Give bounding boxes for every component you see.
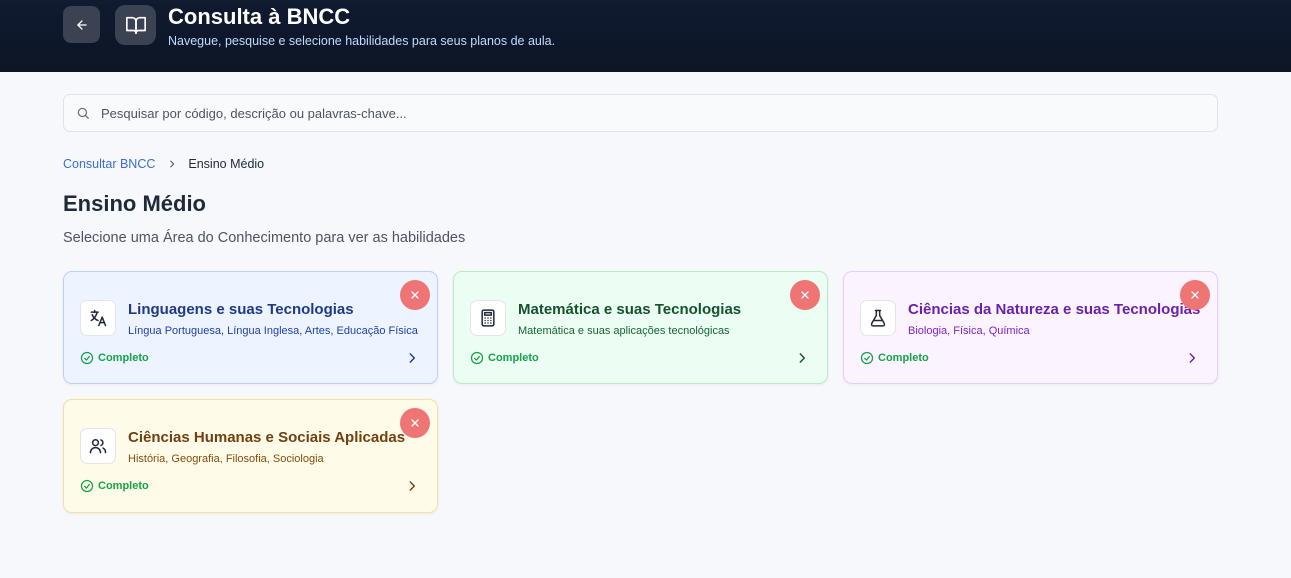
close-icon xyxy=(801,291,809,299)
chevron-right-icon xyxy=(799,353,806,363)
back-button[interactable] xyxy=(63,6,100,43)
card-title: Ciências Humanas e Sociais Aplicadas xyxy=(128,429,406,446)
remove-button[interactable] xyxy=(400,408,430,438)
breadcrumb-link-consultar-bncc[interactable]: Consultar BNCC xyxy=(63,157,155,171)
area-card-linguagens[interactable]: Linguagens e suas Tecnologias Língua Por… xyxy=(63,271,438,384)
card-subtitle: Biologia, Física, Química xyxy=(908,325,1030,337)
close-icon xyxy=(411,291,419,299)
check-circle-icon xyxy=(80,351,94,365)
status-badge: Completo xyxy=(80,351,149,365)
area-card-matematica[interactable]: Matemática e suas Tecnologias Matemática… xyxy=(453,271,828,384)
page-title: Ensino Médio xyxy=(63,191,206,216)
chevron-right-icon xyxy=(1189,353,1196,363)
search-icon xyxy=(77,107,89,119)
card-subtitle: Língua Portuguesa, Língua Inglesa, Artes… xyxy=(128,325,418,337)
breadcrumb-current: Ensino Médio xyxy=(188,157,265,171)
close-icon xyxy=(1191,291,1199,299)
status-badge: Completo xyxy=(80,479,149,493)
arrow-left-icon xyxy=(76,19,87,30)
chevron-right-icon xyxy=(409,481,416,491)
app-subtitle: Navegue, pesquise e selecione habilidade… xyxy=(168,34,556,48)
search-bar[interactable] xyxy=(63,94,1218,132)
page-description: Selecione uma Área do Conhecimento para … xyxy=(63,230,466,246)
book-open-icon xyxy=(125,16,146,35)
breadcrumb: Consultar BNCC Ensino Médio xyxy=(63,156,264,172)
remove-button[interactable] xyxy=(790,280,820,310)
chevron-right-icon xyxy=(167,159,177,169)
status-label: Completo xyxy=(98,480,149,492)
remove-button[interactable] xyxy=(400,280,430,310)
check-circle-icon xyxy=(80,479,94,493)
card-subtitle: História, Geografia, Filosofia, Sociolog… xyxy=(128,453,324,465)
area-card-ciencias-natureza[interactable]: Ciências da Natureza e suas Tecnologias … xyxy=(843,271,1218,384)
card-title: Linguagens e suas Tecnologias xyxy=(128,301,354,318)
check-circle-icon xyxy=(470,351,484,365)
status-badge: Completo xyxy=(470,351,539,365)
app-header: Consulta à BNCC Navegue, pesquise e sele… xyxy=(0,0,1291,72)
area-card-ciencias-humanas[interactable]: Ciências Humanas e Sociais Aplicadas His… xyxy=(63,399,438,513)
check-circle-icon xyxy=(860,351,874,365)
status-label: Completo xyxy=(488,352,539,364)
translate-icon xyxy=(80,300,116,336)
remove-button[interactable] xyxy=(1180,280,1210,310)
book-logo xyxy=(115,5,156,45)
calculator-icon xyxy=(470,300,506,336)
status-label: Completo xyxy=(878,352,929,364)
status-label: Completo xyxy=(98,352,149,364)
users-icon xyxy=(80,428,116,464)
close-icon xyxy=(411,419,419,427)
app-title: Consulta à BNCC xyxy=(168,4,351,29)
chevron-right-icon xyxy=(409,353,416,363)
search-input[interactable] xyxy=(101,95,1201,131)
card-title: Ciências da Natureza e suas Tecnologias xyxy=(908,301,1201,318)
card-subtitle: Matemática e suas aplicações tecnológica… xyxy=(518,325,730,337)
status-badge: Completo xyxy=(860,351,929,365)
card-title: Matemática e suas Tecnologias xyxy=(518,301,742,318)
flask-icon xyxy=(860,300,896,336)
